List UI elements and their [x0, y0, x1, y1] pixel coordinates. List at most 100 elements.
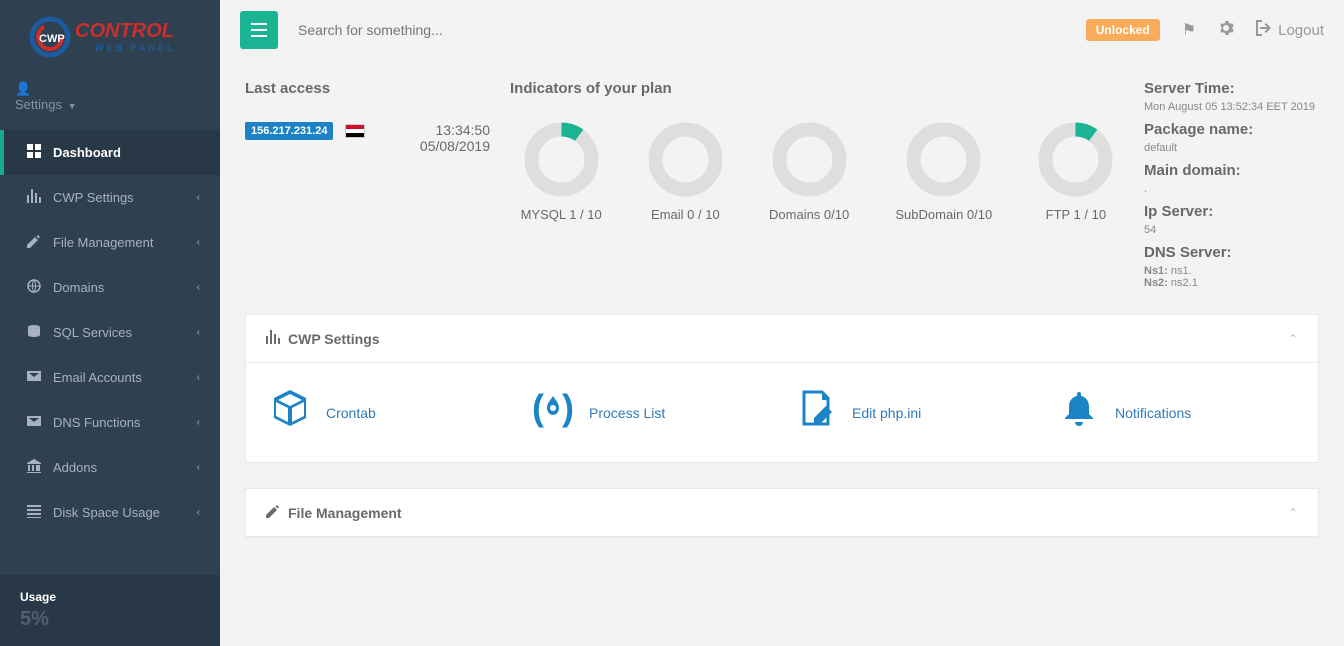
chevron-left-icon: ‹: [197, 327, 200, 338]
usage-percent: 5%: [20, 608, 200, 631]
list-icon: [25, 504, 43, 521]
gear-icon[interactable]: [1218, 20, 1234, 41]
settings-dropdown[interactable]: 👤 Settings ▼: [0, 73, 220, 120]
indicators-title: Indicators of your plan: [510, 80, 1124, 97]
db-icon: [25, 324, 43, 341]
tile-edit-php-ini[interactable]: Edit php.ini: [792, 388, 1035, 437]
sidebar-item-dns-functions[interactable]: DNS Functions ‹: [0, 400, 220, 445]
indicator-email: Email 0 / 10: [648, 122, 723, 222]
dns-server-label: DNS Server:: [1144, 244, 1319, 261]
last-access-title: Last access: [245, 80, 490, 97]
svg-text:(: (: [532, 388, 544, 428]
search-container: [298, 22, 1086, 38]
indicator-label: Email 0 / 10: [648, 207, 723, 222]
search-input[interactable]: [298, 22, 1086, 38]
package-value: default: [1144, 142, 1319, 154]
sidebar-item-label: File Management: [53, 235, 153, 250]
tile-label: Process List: [589, 405, 665, 421]
indicator-ftp: FTP 1 / 10: [1038, 122, 1113, 222]
indicator-subdomain: SubDomain 0/10: [895, 122, 992, 222]
logout-icon: [1256, 20, 1272, 40]
user-icon: 👤: [15, 81, 31, 96]
indicator-label: SubDomain 0/10: [895, 207, 992, 222]
tile-label: Edit php.ini: [852, 405, 921, 421]
chart-icon: [266, 330, 280, 347]
edit-icon: [266, 504, 280, 521]
grid-icon: [25, 144, 43, 161]
chevron-left-icon: ‹: [197, 237, 200, 248]
file-management-section: File Management ⌃: [245, 488, 1319, 538]
sidebar-item-addons[interactable]: Addons ‹: [0, 445, 220, 490]
chevron-up-icon: ⌃: [1288, 506, 1298, 520]
globe-icon: [25, 279, 43, 296]
server-time-value: Mon August 05 13:52:34 EET 2019: [1144, 101, 1319, 113]
tile-notifications[interactable]: Notifications: [1055, 388, 1298, 437]
svg-text:CONTROL: CONTROL: [75, 20, 174, 42]
chevron-down-icon: ▼: [68, 101, 77, 111]
sidebar-item-email-accounts[interactable]: Email Accounts ‹: [0, 355, 220, 400]
main-domain-value: .: [1144, 183, 1319, 195]
main-domain-label: Main domain:: [1144, 162, 1319, 179]
indicator-label: FTP 1 / 10: [1038, 207, 1113, 222]
country-flag-icon: [345, 124, 365, 138]
chevron-up-icon: ⌃: [1288, 332, 1298, 346]
sidebar-item-label: DNS Functions: [53, 415, 140, 430]
chevron-left-icon: ‹: [197, 417, 200, 428]
sidebar-item-label: Dashboard: [53, 145, 121, 160]
last-access-panel: Last access 156.217.231.24 13:34:50 05/0…: [245, 80, 490, 289]
sidebar-item-dashboard[interactable]: Dashboard: [0, 130, 220, 175]
sidebar-item-sql-services[interactable]: SQL Services ‹: [0, 310, 220, 355]
chevron-left-icon: ‹: [197, 507, 200, 518]
svg-text:CWP: CWP: [39, 33, 65, 45]
edit-icon: [25, 234, 43, 251]
mail-icon: [25, 414, 43, 431]
indicator-mysql: MYSQL 1 / 10: [521, 122, 602, 222]
cwp-settings-header[interactable]: CWP Settings ⌃: [246, 315, 1318, 363]
fire-icon: (): [529, 388, 577, 437]
logo: CWP CONTROL WEB PANEL: [0, 0, 220, 73]
sidebar-item-domains[interactable]: Domains ‹: [0, 265, 220, 310]
file-management-header[interactable]: File Management ⌃: [246, 489, 1318, 537]
chevron-left-icon: ‹: [197, 462, 200, 473]
sidebar-item-disk-space-usage[interactable]: Disk Space Usage‹: [0, 490, 220, 535]
cube-icon: [266, 388, 314, 437]
chart-icon: [25, 189, 43, 206]
ip-server-label: Ip Server:: [1144, 203, 1319, 220]
hamburger-button[interactable]: [240, 11, 278, 49]
chevron-left-icon: ‹: [197, 282, 200, 293]
svg-text:): ): [562, 388, 574, 428]
indicator-label: MYSQL 1 / 10: [521, 207, 602, 222]
bell-icon: [1055, 388, 1103, 437]
tile-crontab[interactable]: Crontab: [266, 388, 509, 437]
sidebar-item-file-management[interactable]: File Management ‹: [0, 220, 220, 265]
chevron-left-icon: ‹: [197, 372, 200, 383]
server-info-panel: Server Time: Mon August 05 13:52:34 EET …: [1144, 80, 1319, 289]
ip-badge: 156.217.231.24: [245, 122, 333, 140]
sidebar-item-label: Email Accounts: [53, 370, 142, 385]
sidebar-item-label: Addons: [53, 460, 97, 475]
bank-icon: [25, 459, 43, 476]
sidebar-item-cwp-settings[interactable]: CWP Settings ‹: [0, 175, 220, 220]
indicators-panel: Indicators of your plan MYSQL 1 / 10 Emai…: [510, 80, 1124, 289]
tile-label: Crontab: [326, 405, 376, 421]
last-access-date: 05/08/2019: [245, 138, 490, 154]
mail-icon: [25, 369, 43, 386]
flag-icon[interactable]: ⚑: [1182, 20, 1196, 40]
sidebar-item-label: Domains: [53, 280, 104, 295]
chevron-left-icon: ‹: [197, 192, 200, 203]
sidebar-item-label: SQL Services: [53, 325, 132, 340]
server-time-label: Server Time:: [1144, 80, 1319, 97]
logout-link[interactable]: Logout: [1256, 20, 1324, 40]
unlocked-badge[interactable]: Unlocked: [1086, 19, 1160, 41]
sidebar-item-label: CWP Settings: [53, 190, 134, 205]
tile-label: Notifications: [1115, 405, 1191, 421]
package-label: Package name:: [1144, 121, 1319, 138]
tile-process-list[interactable]: () Process List: [529, 388, 772, 437]
svg-text:WEB PANEL: WEB PANEL: [95, 43, 175, 53]
sidebar: CWP CONTROL WEB PANEL 👤 Settings ▼ Dashb…: [0, 0, 220, 646]
ip-server-value: 54: [1144, 224, 1319, 236]
usage-label: Usage: [20, 590, 200, 604]
edit-doc-icon: [792, 388, 840, 437]
indicator-label: Domains 0/10: [769, 207, 849, 222]
usage-block: Usage 5%: [0, 575, 220, 646]
